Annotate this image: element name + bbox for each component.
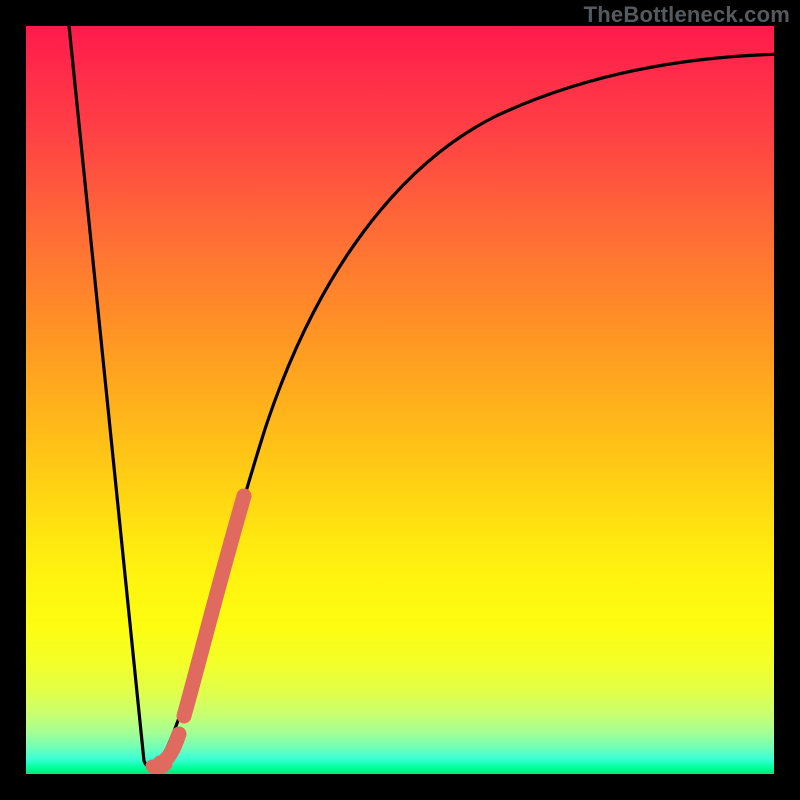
- attribution-text: TheBottleneck.com: [584, 2, 790, 28]
- chart-frame: TheBottleneck.com: [0, 0, 800, 800]
- curve-layer: [26, 26, 774, 774]
- bottleneck-curve: [68, 26, 774, 768]
- plot-area: [26, 26, 774, 774]
- emphasis-segment: [160, 496, 244, 763]
- emphasis-hook: [152, 764, 166, 769]
